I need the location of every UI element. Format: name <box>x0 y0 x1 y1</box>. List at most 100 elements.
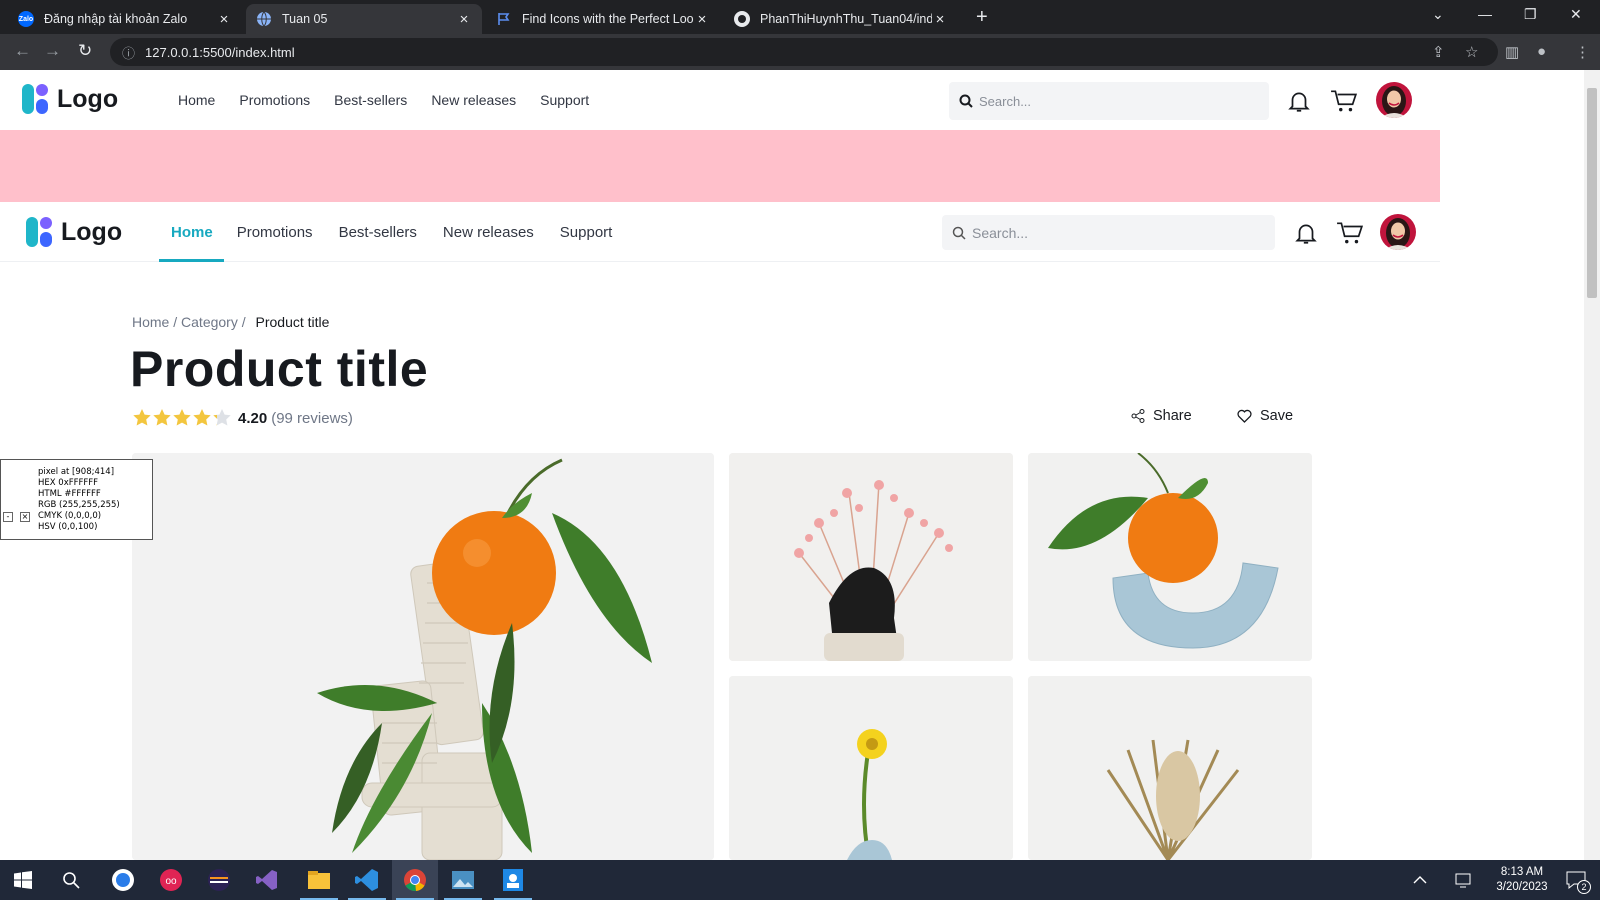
contacts-taskbar-icon[interactable] <box>490 860 536 900</box>
side-panel-icon[interactable]: ▥ <box>1505 43 1519 61</box>
back-icon[interactable]: ← <box>14 41 31 61</box>
minimize-window-button[interactable]: — <box>1478 6 1492 22</box>
taskbar-clock[interactable]: 8:13 AM 3/20/2023 <box>1478 865 1566 895</box>
nav-home[interactable]: Home <box>178 92 215 108</box>
logo[interactable]: Logo <box>22 84 118 114</box>
restore-window-button[interactable]: ❐ <box>1524 6 1537 23</box>
star-icon <box>173 409 191 426</box>
star-icon <box>133 409 151 426</box>
breadcrumb-separator: / <box>241 314 246 330</box>
star-icon <box>153 409 171 426</box>
avatar[interactable] <box>1380 214 1416 250</box>
star-icon <box>193 409 211 426</box>
new-tab-button[interactable]: + <box>976 6 988 29</box>
close-tab-icon[interactable]: × <box>694 11 710 28</box>
forward-icon[interactable]: → <box>44 41 61 61</box>
app-oo-taskbar-icon[interactable]: oo <box>148 860 194 900</box>
address-bar[interactable]: ⓘ 127.0.0.1:5500/index.html <box>110 38 1498 66</box>
eclipse-taskbar-icon[interactable] <box>196 860 242 900</box>
url-text: 127.0.0.1:5500/index.html <box>145 44 295 60</box>
logo-mark-icon <box>26 217 54 247</box>
nav-best-sellers[interactable]: Best-sellers <box>339 224 417 241</box>
breadcrumb-home[interactable]: Home <box>132 314 169 330</box>
close-tab-icon[interactable]: × <box>932 11 948 28</box>
cart-icon[interactable] <box>1330 88 1358 114</box>
rating-value: 4.20 <box>238 409 268 427</box>
close-window-button[interactable]: ✕ <box>1570 6 1582 23</box>
browser-tab-icons[interactable]: Find Icons with the Perfect Look × <box>486 4 720 34</box>
bell-icon[interactable] <box>1286 88 1312 114</box>
active-nav-indicator <box>159 259 224 262</box>
page-scrollbar[interactable] <box>1584 70 1600 860</box>
product-thumbnail-orange[interactable] <box>1028 453 1312 661</box>
github-icon <box>734 11 750 27</box>
reload-icon[interactable]: ↻ <box>78 41 92 61</box>
product-thumbnail-yellow-flower[interactable] <box>729 676 1013 860</box>
chrome-taskbar-icon[interactable] <box>392 860 438 900</box>
product-thumbnail-dried-flower[interactable] <box>1028 676 1312 860</box>
tab-title: Tuan 05 <box>282 12 328 26</box>
profile-icon[interactable]: ● <box>1537 43 1546 60</box>
page-title: Product title <box>130 341 429 397</box>
pixel-info-minimize-button[interactable]: - <box>3 512 13 522</box>
logo-mark-icon <box>22 84 50 114</box>
promo-banner <box>0 130 1440 202</box>
notification-count: 2 <box>1577 880 1591 894</box>
product-main-image[interactable] <box>132 453 714 860</box>
save-button[interactable]: Save <box>1237 408 1293 424</box>
nav-home[interactable]: Home <box>171 224 213 241</box>
nav-support[interactable]: Support <box>560 224 613 241</box>
save-label: Save <box>1260 408 1294 424</box>
browser-tab-tuan05[interactable]: Tuan 05 × <box>246 4 482 34</box>
tab-title: Find Icons with the Perfect Look <box>522 12 694 26</box>
tab-search-icon[interactable]: ⌄ <box>1432 6 1444 23</box>
search-taskbar-icon[interactable] <box>48 860 94 900</box>
nav-new-releases[interactable]: New releases <box>431 92 516 108</box>
bookmark-star-icon[interactable]: ☆ <box>1465 43 1478 61</box>
close-tab-icon[interactable]: × <box>456 11 472 28</box>
search-box[interactable] <box>949 82 1269 120</box>
logo[interactable]: Logo <box>26 217 122 247</box>
share-button[interactable]: Share <box>1131 408 1192 424</box>
chevron-up-icon[interactable] <box>1400 860 1440 900</box>
review-count[interactable]: (99 reviews) <box>271 410 353 427</box>
tab-title: PhanThiHuynhThu_Tuan04/index <box>760 12 932 26</box>
visual-studio-taskbar-icon[interactable] <box>244 860 290 900</box>
close-tab-icon[interactable]: × <box>216 11 232 28</box>
share-page-icon[interactable]: ⇪ <box>1432 43 1445 61</box>
share-icon <box>1131 409 1145 423</box>
avatar[interactable] <box>1376 82 1412 118</box>
cart-icon[interactable] <box>1336 220 1364 246</box>
pixel-info-close-button[interactable]: × <box>20 512 30 522</box>
main-nav: Home Promotions Best-sellers New release… <box>171 224 612 241</box>
bell-icon[interactable] <box>1293 220 1319 246</box>
search-input[interactable] <box>979 93 1229 109</box>
nav-new-releases[interactable]: New releases <box>443 224 534 241</box>
browser-tab-zalo[interactable]: Zalo Đăng nhập tài khoản Zalo × <box>8 4 242 34</box>
search-icon <box>952 226 966 240</box>
vscode-taskbar-icon[interactable] <box>344 860 390 900</box>
share-label: Share <box>1153 408 1192 424</box>
pixel-info-line: pixel at [908;414] <box>38 467 115 477</box>
pixel-info-line: HSV (0,0,100) <box>38 522 98 532</box>
zalo-taskbar-icon[interactable] <box>100 860 146 900</box>
pixel-info-lines: pixel at [908;414] HEX 0xFFFFFF HTML #FF… <box>38 467 120 533</box>
product-thumbnail-flowers[interactable] <box>729 453 1013 661</box>
nav-promotions[interactable]: Promotions <box>237 224 313 241</box>
menu-kebab-icon[interactable]: ⋮ <box>1575 43 1590 61</box>
file-explorer-taskbar-icon[interactable] <box>296 860 342 900</box>
nav-support[interactable]: Support <box>540 92 589 108</box>
breadcrumb-category[interactable]: Category <box>181 314 238 330</box>
search-box[interactable] <box>942 215 1275 250</box>
search-input[interactable] <box>972 224 1222 241</box>
svg-text:oo: oo <box>165 876 177 887</box>
site-info-icon[interactable]: ⓘ <box>122 43 135 62</box>
pixel-info-popup: pixel at [908;414] HEX 0xFFFFFF HTML #FF… <box>0 459 153 540</box>
nav-promotions[interactable]: Promotions <box>239 92 310 108</box>
scrollbar-thumb[interactable] <box>1587 88 1597 298</box>
photos-taskbar-icon[interactable] <box>440 860 486 900</box>
browser-tab-github[interactable]: PhanThiHuynhThu_Tuan04/index × <box>724 4 958 34</box>
nav-best-sellers[interactable]: Best-sellers <box>334 92 407 108</box>
notification-center-icon[interactable]: 2 <box>1556 860 1596 900</box>
start-windows-icon[interactable] <box>0 860 46 900</box>
